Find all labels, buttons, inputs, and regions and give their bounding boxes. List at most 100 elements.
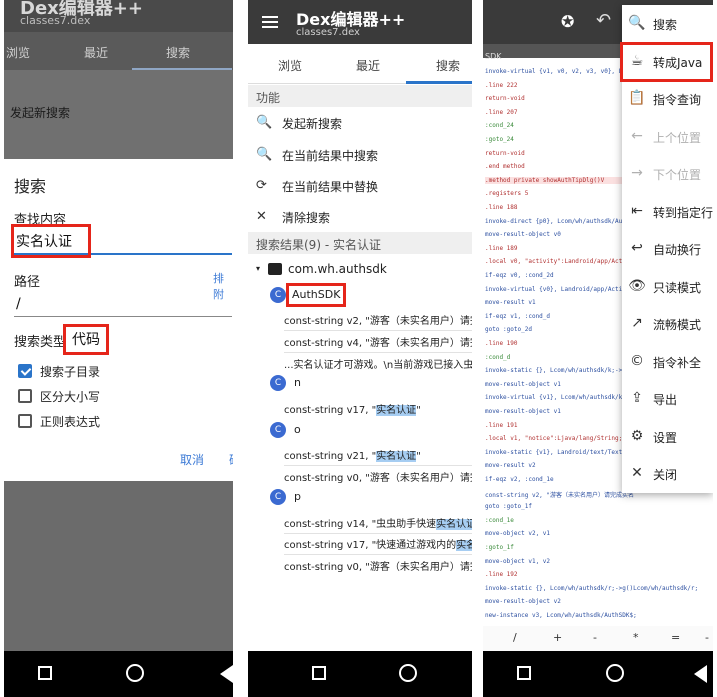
subdir-checkbox[interactable]	[18, 364, 32, 378]
section-functions: 功能	[248, 85, 472, 107]
tab-search[interactable]: 搜索	[166, 44, 190, 61]
result-line[interactable]: const-string v17, "快速通过游戏内的实名认证	[284, 536, 472, 551]
menu-item-search[interactable]: 🔍 搜索	[622, 5, 713, 43]
recents-icon[interactable]	[312, 666, 326, 680]
key-multiply[interactable]: *	[633, 631, 639, 644]
code-editor-screen: ✪ ↶ SDK invoke-virtual {v1, v0, v2, v3, …	[483, 0, 713, 697]
code-line: :goto_1f	[485, 544, 514, 551]
app-subtitle: classes7.dex	[296, 27, 360, 38]
result-line[interactable]: const-string v17, "实名认证"	[284, 401, 421, 416]
undo-icon[interactable]: ↶	[596, 10, 611, 31]
cancel-button[interactable]: 取消	[180, 451, 204, 468]
app-header: Dex编辑器++ classes7.dex	[248, 0, 472, 44]
new-search-item[interactable]: 发起新搜索	[10, 104, 70, 121]
code-line: move-result-object v1	[485, 380, 561, 388]
case-checkbox[interactable]	[18, 389, 32, 403]
back-icon[interactable]	[220, 665, 233, 683]
highlight-box	[11, 224, 91, 258]
divider	[284, 533, 472, 534]
result-line[interactable]: const-string v4, "游客（未实名用户）请完成实	[284, 334, 472, 349]
code-line: .registers 5	[485, 190, 529, 198]
code-line: move-result-object v1	[485, 408, 561, 415]
code-line: :goto_24	[485, 136, 514, 143]
key-plus[interactable]: +	[553, 631, 562, 644]
collapse-icon: ▾	[256, 264, 261, 273]
code-line: move-object v1, v2	[485, 557, 551, 565]
class-icon: C	[270, 489, 286, 505]
result-line[interactable]: const-string v0, "游客（未实名用户）请完成实	[284, 469, 472, 484]
code-line: new-instance v3, Lcom/wh/authsdk/AuthSDK…	[485, 612, 637, 619]
recents-icon[interactable]	[517, 666, 531, 680]
arrow-left-icon: ←	[631, 127, 643, 144]
home-icon[interactable]	[399, 664, 417, 682]
menu-item-goto[interactable]: ⇤ 转到指定行	[622, 193, 713, 231]
class-name-o[interactable]: o	[294, 423, 301, 436]
menu-icon[interactable]	[262, 16, 278, 28]
menu-label: 清除搜索	[282, 211, 331, 225]
menu-item-label: 转到指定行	[653, 205, 713, 220]
class-name-p[interactable]: p	[294, 490, 301, 503]
package-name: com.wh.authsdk	[288, 262, 387, 276]
menu-item-eye[interactable]: 👁 只读模式	[622, 268, 713, 306]
path-label: 路径	[14, 275, 41, 290]
compass-icon[interactable]: ✪	[561, 12, 574, 31]
menu-item-label: 指令补全	[653, 355, 702, 370]
code-line: if-eqz v0, :cond_2d	[485, 272, 554, 279]
tab-recent[interactable]: 最近	[356, 57, 380, 74]
home-icon[interactable]	[606, 664, 624, 682]
confirm-button[interactable]: 确	[229, 451, 233, 468]
tab-search[interactable]: 搜索	[436, 57, 460, 74]
key-slash[interactable]: /	[513, 631, 517, 644]
search-type-label: 搜索类型	[14, 335, 67, 350]
result-line[interactable]: const-string v0, "游客（未实名用户）请完成实	[284, 558, 472, 573]
code-line: .method private showAuthTipDlg()V	[485, 176, 623, 184]
menu-item-gear[interactable]: ⚙ 设置	[622, 418, 713, 456]
highlight-box	[63, 324, 109, 355]
result-line[interactable]: ...实名认证才可游戏。\n当前游戏已接入虫虫助	[284, 356, 472, 371]
tab-browse[interactable]: 浏览	[6, 44, 30, 61]
search-dialog: 搜索 查找内容 路径 排附 搜索类型 代码 搜索子目录 区分大小写 正则表达式 …	[4, 159, 233, 481]
menu-item-export[interactable]: ⇪ 导出	[622, 380, 713, 418]
menu-item-query[interactable]: 📋 指令查询	[622, 80, 713, 118]
key-minus[interactable]: -	[705, 631, 709, 644]
gear-icon: ⚙	[630, 427, 644, 444]
recents-icon[interactable]	[38, 666, 52, 680]
code-line: goto :goto_1f	[485, 503, 532, 511]
menu-label: 发起新搜索	[282, 117, 343, 131]
path-input[interactable]	[14, 291, 232, 317]
menu-item-trend[interactable]: ↗ 流畅模式	[622, 305, 713, 343]
result-line[interactable]: const-string v21, "实名认证"	[284, 447, 421, 462]
key-equals[interactable]: =	[671, 631, 680, 644]
class-name-n[interactable]: n	[294, 376, 301, 389]
menu-item-label: 只读模式	[653, 280, 702, 295]
code-line: invoke-static {}, Lcom/wh/authsdk/r;->g(…	[485, 584, 699, 592]
menu-item-copyright[interactable]: © 指令补全	[622, 343, 713, 381]
code-line: .end method	[485, 163, 525, 171]
menu-item-wrap[interactable]: ↩ 自动换行	[622, 230, 713, 268]
result-line[interactable]: const-string v14, "虫虫助手快速实名认证"	[284, 515, 472, 530]
wrap-icon: ↩	[631, 240, 643, 256]
menu-item-close[interactable]: ✕ 关闭	[622, 455, 713, 493]
menu-item-arrow-right[interactable]: → 下个位置	[622, 155, 713, 193]
highlight-box	[620, 42, 713, 82]
code-line: .line 191	[485, 421, 518, 429]
menu-label: 在当前结果中替换	[282, 180, 379, 194]
close-icon: ✕	[631, 465, 643, 481]
result-line[interactable]: const-string v2, "游客（未实名用户）请完成实	[284, 312, 472, 327]
menu-item-arrow-left[interactable]: ← 上个位置	[622, 118, 713, 156]
query-icon: 📋	[628, 90, 646, 106]
case-label: 区分大小写	[40, 390, 101, 404]
tab-recent[interactable]: 最近	[84, 44, 108, 61]
code-line: .line 189	[485, 244, 518, 252]
menu-item-label: 关闭	[653, 468, 678, 482]
folder-icon	[268, 263, 282, 275]
app-subtitle: classes7.dex	[20, 14, 91, 27]
key-minus[interactable]: -	[593, 631, 597, 644]
regex-checkbox[interactable]	[18, 414, 32, 428]
highlight-box	[286, 283, 346, 307]
menu-item-label: 自动换行	[653, 243, 702, 257]
goto-icon: ⇤	[631, 202, 643, 219]
home-icon[interactable]	[126, 664, 144, 682]
back-icon[interactable]	[694, 665, 707, 683]
tab-browse[interactable]: 浏览	[278, 57, 302, 74]
